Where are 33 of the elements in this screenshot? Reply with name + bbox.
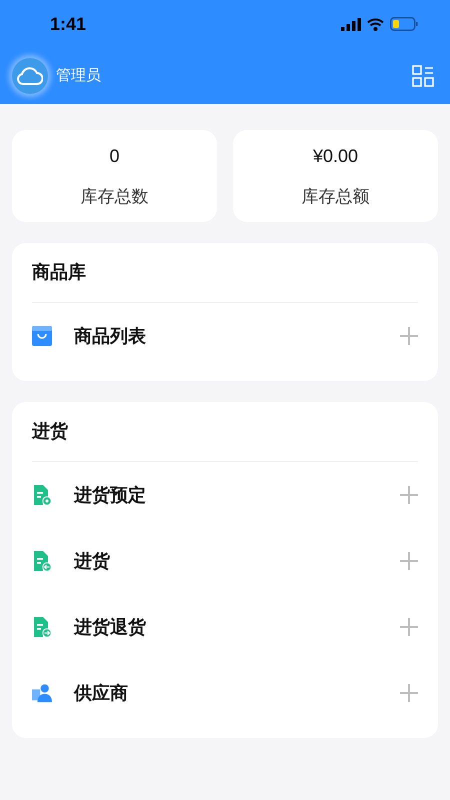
plus-icon[interactable] bbox=[400, 327, 418, 345]
menu-row[interactable]: 商品列表 bbox=[32, 303, 418, 369]
menu-row[interactable]: 进货 bbox=[32, 528, 418, 594]
plus-icon[interactable] bbox=[400, 684, 418, 702]
plus-icon[interactable] bbox=[400, 486, 418, 504]
menu-label: 进货预定 bbox=[74, 484, 147, 506]
user-name: 管理员 bbox=[56, 66, 101, 86]
stat-value: ¥0.00 bbox=[312, 144, 358, 168]
signal-icon bbox=[341, 18, 361, 30]
grid-menu-icon[interactable] bbox=[412, 65, 434, 87]
wifi-icon bbox=[367, 18, 384, 30]
plus-icon[interactable] bbox=[400, 618, 418, 636]
menu-row[interactable]: 进货退货 bbox=[32, 594, 418, 660]
stat-label: 库存总数 bbox=[80, 186, 148, 208]
document-icon bbox=[32, 550, 52, 572]
stat-value: 0 bbox=[109, 144, 120, 168]
menu-label: 进货退货 bbox=[74, 616, 147, 638]
menu-label: 商品列表 bbox=[74, 324, 147, 348]
menu-label: 供应商 bbox=[74, 682, 129, 704]
document-icon bbox=[32, 616, 52, 638]
battery-icon bbox=[390, 17, 418, 31]
bag-icon bbox=[32, 326, 52, 346]
plus-icon[interactable] bbox=[400, 552, 418, 570]
menu-label: 进货 bbox=[74, 550, 111, 572]
menu-row[interactable]: 供应商 bbox=[32, 660, 418, 726]
section-title: 进货 bbox=[32, 402, 418, 462]
stat-label: 库存总额 bbox=[302, 186, 370, 208]
menu-row[interactable]: 进货预定 bbox=[32, 462, 418, 528]
person-icon bbox=[32, 683, 52, 703]
section-title: 商品库 bbox=[32, 243, 418, 303]
status-time: 1:41 bbox=[50, 12, 86, 36]
avatar-icon[interactable] bbox=[12, 58, 48, 94]
document-icon bbox=[32, 484, 52, 506]
